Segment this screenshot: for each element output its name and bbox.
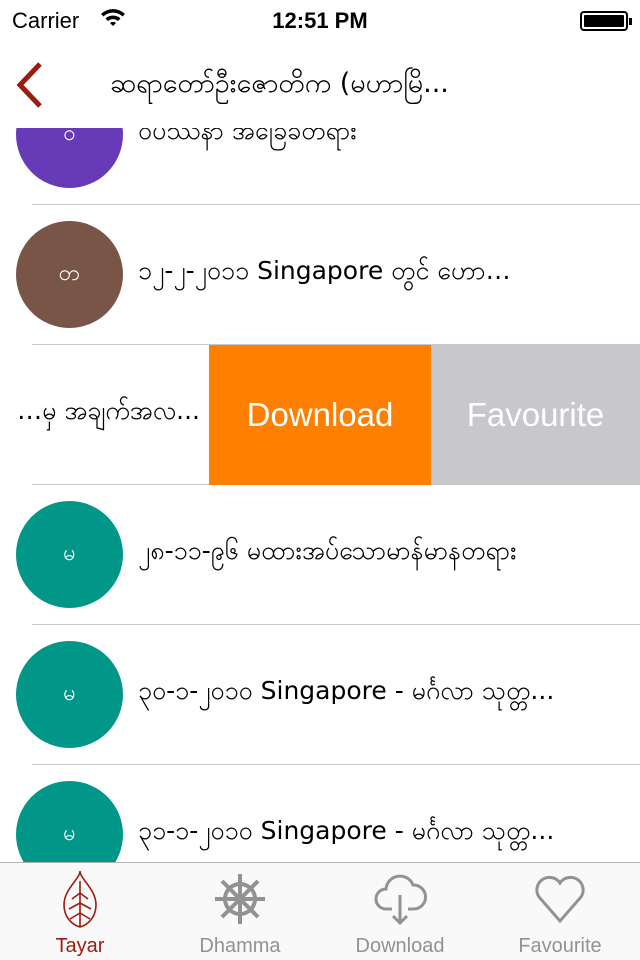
page-title: ဆရာတော်ဦးဇောတိက (မဟာမြိ... (110, 68, 449, 99)
favourite-action-button[interactable]: Favourite (431, 345, 640, 485)
lecture-list[interactable]: ဝ ဝိပဿနာ အခြေခံတရား တ ၁၂-၂-၂၀၁၁ Singapor… (0, 0, 640, 862)
tab-favourite[interactable]: Favourite (480, 863, 640, 960)
download-action-button[interactable]: Download (209, 345, 431, 485)
status-bar: Carrier 12:51 PM (0, 0, 640, 40)
list-item-swiped[interactable]: …မှ အချက်အလ... Download Favourite (0, 345, 640, 485)
avatar: မ (16, 501, 123, 608)
tab-download[interactable]: Download (320, 863, 480, 960)
dharma-wheel-icon (215, 874, 265, 924)
battery-icon (580, 11, 632, 31)
item-title: ၃၁-၁-၂၀၁၀ Singapore - မင်္ဂလာ သုတ္တ... (138, 816, 555, 845)
bodhi-leaf-icon (63, 870, 97, 928)
tab-label: Tayar (55, 935, 105, 957)
item-title: ၃၀-၁-၂၀၁၀ Singapore - မင်္ဂလာ သုတ္တ... (138, 676, 555, 705)
avatar: တ (16, 221, 123, 328)
tab-label: Dhamma (199, 935, 281, 957)
tab-label: Favourite (518, 935, 602, 957)
avatar: မ (16, 641, 123, 748)
tab-bar: Tayar Dhamma Download Favourite (0, 862, 640, 960)
heart-icon (535, 875, 585, 924)
tab-dhamma[interactable]: Dhamma (160, 863, 320, 960)
tab-tayar[interactable]: Tayar (0, 863, 160, 960)
item-title: ၂၈-၁၁-၉၆ မထားအပ်သောမာန်မာနတရား (138, 536, 517, 565)
clock: 12:51 PM (272, 8, 368, 33)
list-item[interactable]: မ ၂၈-၁၁-၉၆ မထားအပ်သောမာန်မာနတရား (0, 485, 640, 625)
tab-label: Download (355, 935, 445, 957)
back-chevron-icon[interactable] (12, 60, 52, 110)
navigation-bar: ဆရာတော်ဦးဇောတိက (မဟာမြိ... (0, 40, 640, 128)
list-item[interactable]: တ ၁၂-၂-၂၀၁၁ Singapore တွင် ဟော… (0, 205, 640, 345)
item-title: ၁၂-၂-၂၀၁၁ Singapore တွင် ဟော… (138, 256, 511, 285)
list-item[interactable]: မ ၃၁-၁-၂၀၁၀ Singapore - မင်္ဂလာ သုတ္တ... (0, 765, 640, 862)
list-item[interactable]: မ ၃၀-၁-၂၀၁၀ Singapore - မင်္ဂလာ သုတ္တ... (0, 625, 640, 765)
cloud-download-icon (374, 874, 427, 926)
item-title: …မှ အချက်အလ... (17, 396, 200, 425)
avatar: မ (16, 781, 123, 862)
